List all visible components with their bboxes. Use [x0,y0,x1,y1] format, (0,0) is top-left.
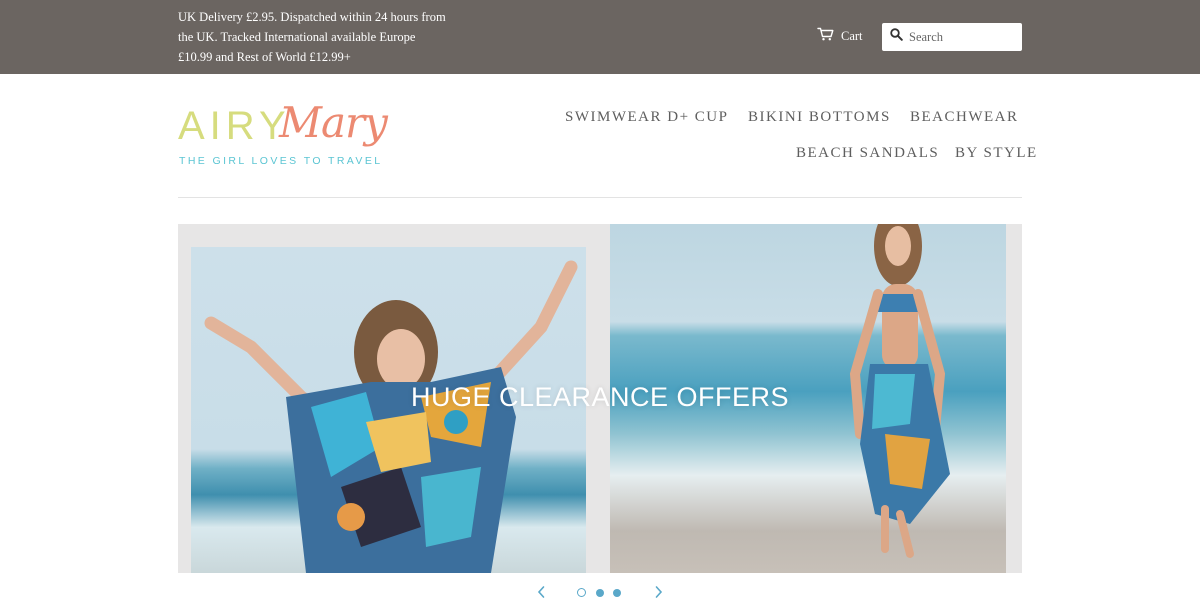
chevron-left-icon[interactable] [536,584,546,605]
cart-icon [817,27,841,45]
logo-word-mary: Mary [279,98,388,147]
delivery-announcement: UK Delivery £2.95. Dispatched within 24 … [178,7,478,67]
logo-word-airy: AIRY [178,104,291,148]
airy-mary-logo[interactable]: AIRY Mary THE GIRL LOVES TO TRAVEL [178,98,388,170]
nav-item-by-style[interactable]: BY STYLE [955,145,1038,162]
search-input[interactable] [909,29,1009,45]
nav-item-beachwear[interactable]: BEACHWEAR [910,109,1019,126]
nav-item-bikini-bottoms[interactable]: BIKINI BOTTOMS [748,109,891,126]
top-announcement-bar: UK Delivery £2.95. Dispatched within 24 … [0,0,1200,74]
announcement-line-1: UK Delivery £2.95. Dispatched within 24 … [178,10,446,24]
cart-link[interactable]: Cart [817,27,863,45]
announcement-line-3: £10.99 and Rest of World £12.99+ [178,50,351,64]
slide-dot-3[interactable] [613,589,621,597]
search-box[interactable] [882,23,1022,51]
chevron-right-icon[interactable] [654,584,664,605]
announcement-line-2: the UK. Tracked International available … [178,30,416,44]
nav-item-swimwear-d-cup[interactable]: SWIMWEAR D+ CUP [565,109,728,126]
logo-tagline: THE GIRL LOVES TO TRAVEL [179,155,383,167]
slide-dot-1[interactable] [577,588,586,597]
header-divider [178,197,1022,198]
search-icon[interactable] [890,28,903,46]
nav-item-beach-sandals[interactable]: BEACH SANDALS [796,145,939,162]
cart-label: Cart [841,28,863,43]
slide-dot-2[interactable] [596,589,604,597]
slideshow-controls [530,584,670,604]
hero-slideshow[interactable]: HUGE CLEARANCE OFFERS [178,224,1022,573]
hero-title[interactable]: HUGE CLEARANCE OFFERS [178,382,1022,413]
